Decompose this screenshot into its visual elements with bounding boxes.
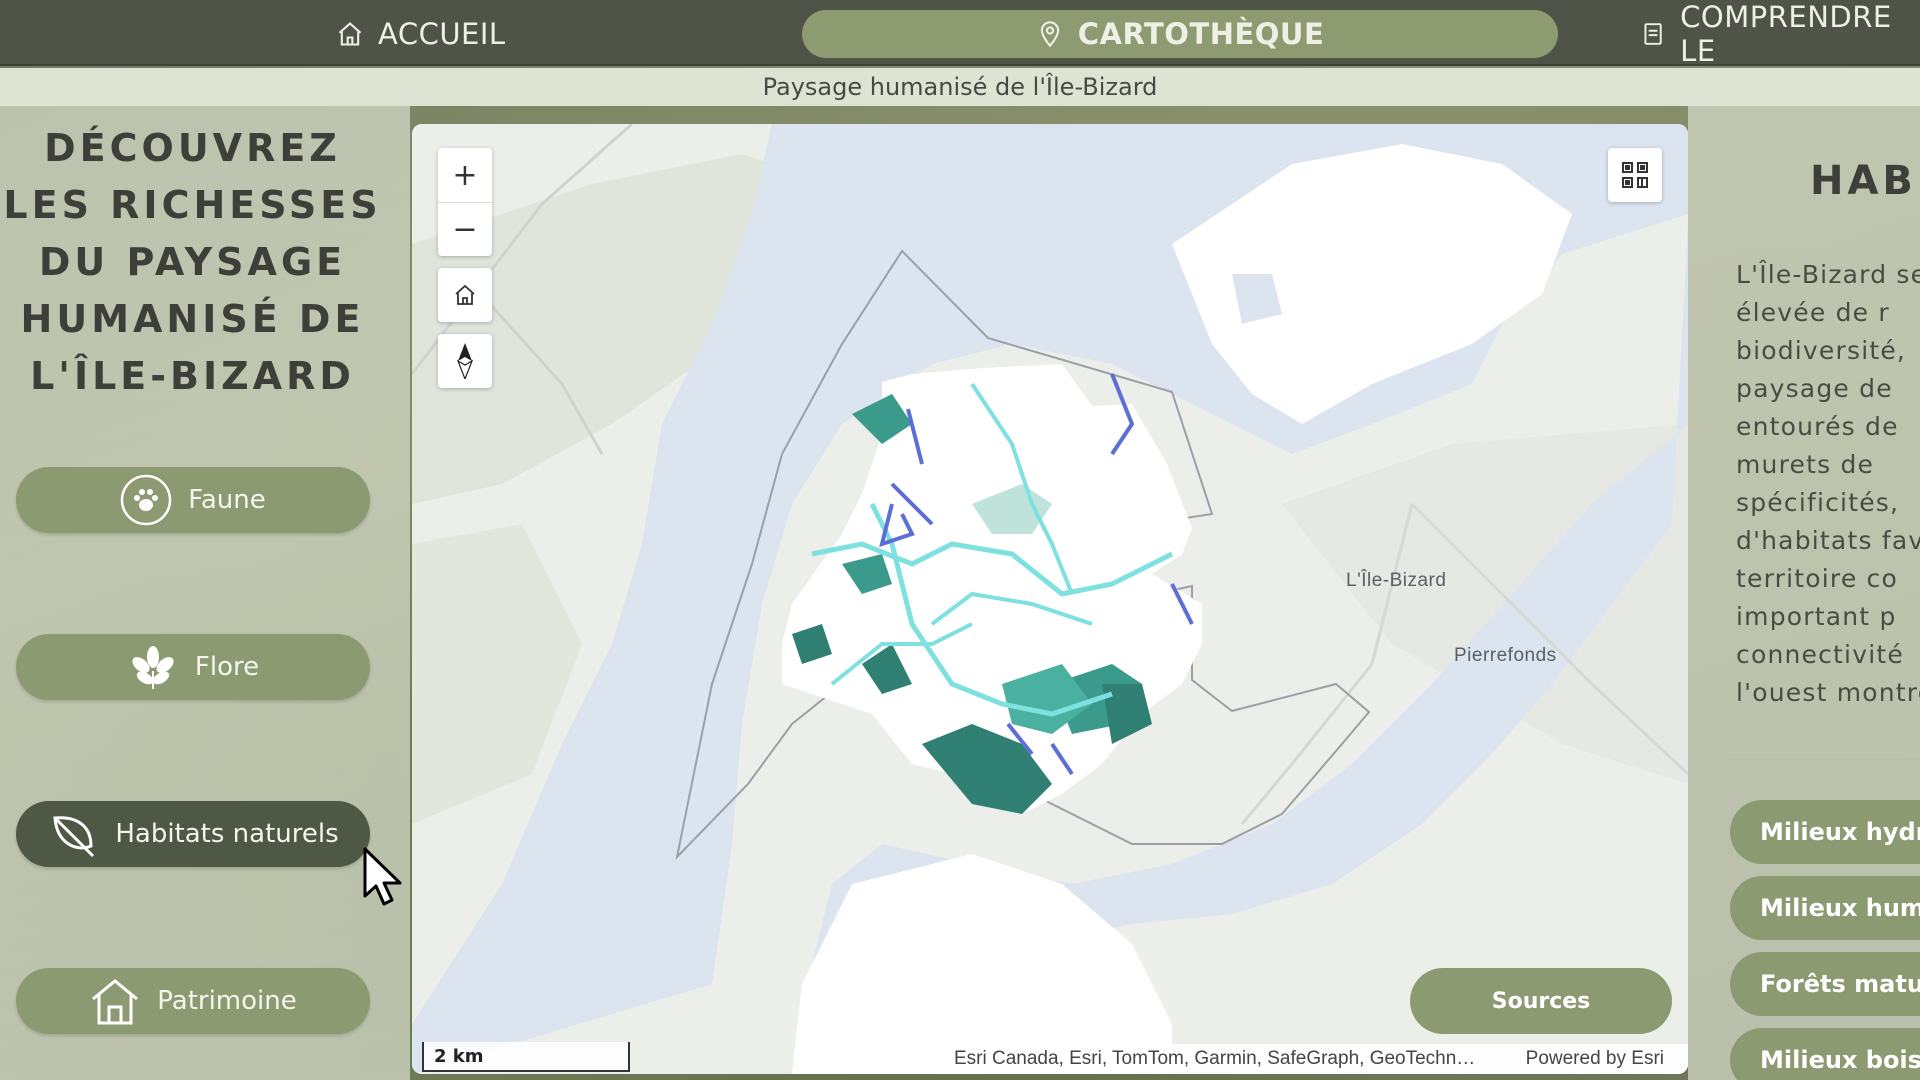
paw-icon bbox=[120, 474, 172, 526]
description-line: entourés de bbox=[1736, 412, 1899, 441]
zoom-out-button[interactable]: − bbox=[438, 202, 492, 256]
scale-bar: 2 km bbox=[422, 1042, 630, 1072]
nav-home-label: ACCUEIL bbox=[378, 17, 506, 51]
patrimoine-button[interactable]: Patrimoine bbox=[16, 968, 370, 1034]
house-icon bbox=[89, 975, 141, 1027]
left-title-line: L'ÎLE-BIZARD bbox=[30, 354, 355, 398]
place-label-ile-bizard: L'Île-Bizard bbox=[1346, 570, 1447, 591]
description-line: territoire co bbox=[1736, 564, 1898, 593]
page-subtitle-bar: Paysage humanisé de l'Île-Bizard bbox=[0, 68, 1920, 106]
milieux-boises-button[interactable]: Milieux boisé bbox=[1730, 1028, 1920, 1080]
milieux-hydriques-button[interactable]: Milieux hydriq bbox=[1730, 800, 1920, 864]
zoom-in-button[interactable]: + bbox=[438, 148, 492, 202]
home-icon bbox=[455, 284, 475, 305]
faune-button[interactable]: Faune bbox=[16, 467, 370, 533]
left-title-line: LES RICHESSES bbox=[3, 183, 382, 227]
mouse-cursor-icon bbox=[363, 847, 402, 906]
nav-comprendre-label: COMPRENDRE LE bbox=[1680, 0, 1892, 68]
compass-control bbox=[438, 334, 492, 388]
map-pin-icon bbox=[1040, 21, 1059, 48]
top-nav: ACCUEIL CARTOTHÈQUE COMPRENDRE LE bbox=[0, 0, 1920, 68]
patrimoine-label: Patrimoine bbox=[157, 986, 297, 1016]
qr-code-icon bbox=[1622, 162, 1648, 188]
habitats-naturels-button[interactable]: Habitats naturels bbox=[16, 801, 370, 867]
nav-cartotheque-label: CARTOTHÈQUE bbox=[1077, 17, 1325, 51]
left-title-line: HUMANISÉ DE bbox=[20, 297, 365, 341]
left-title-line: DU PAYSAGE bbox=[38, 240, 347, 284]
description-line: connectivité bbox=[1736, 640, 1904, 669]
page-subtitle: Paysage humanisé de l'Île-Bizard bbox=[762, 73, 1158, 101]
compass-icon bbox=[456, 343, 474, 379]
powered-by-esri[interactable]: Powered by Esri bbox=[1526, 1048, 1664, 1070]
left-panel: DÉCOUVREZ LES RICHESSES DU PAYSAGE HUMAN… bbox=[0, 106, 410, 1080]
right-panel-description: L'Île-Bizard se élevée de r biodiversité… bbox=[1736, 256, 1920, 712]
left-title: DÉCOUVREZ LES RICHESSES DU PAYSAGE HUMAN… bbox=[0, 120, 385, 405]
flower-icon bbox=[127, 641, 179, 693]
description-line: L'Île-Bizard se bbox=[1736, 260, 1920, 289]
right-panel-divider bbox=[1728, 758, 1920, 760]
nav-cartotheque[interactable]: CARTOTHÈQUE bbox=[802, 10, 1558, 58]
map-view[interactable]: + − L'Île-Bizard Pierrefonds Sources 2 k… bbox=[412, 124, 1688, 1074]
habitats-naturels-label: Habitats naturels bbox=[115, 819, 339, 849]
attribution-text[interactable]: Esri Canada, Esri, TomTom, Garmin, SafeG… bbox=[954, 1048, 1475, 1070]
description-line: l'ouest montre bbox=[1736, 678, 1920, 707]
sources-button[interactable]: Sources bbox=[1410, 968, 1672, 1034]
map-basemap bbox=[412, 124, 1688, 1074]
flore-button[interactable]: Flore bbox=[16, 634, 370, 700]
default-extent-button[interactable] bbox=[438, 268, 492, 322]
right-panel-title: HABIT bbox=[1810, 158, 1920, 204]
leaf-icon bbox=[47, 808, 99, 860]
description-line: murets de bbox=[1736, 450, 1875, 479]
home-view-control bbox=[438, 268, 492, 322]
zoom-controls: + − bbox=[438, 148, 492, 256]
description-line: d'habitats fav bbox=[1736, 526, 1920, 555]
map-attribution: Esri Canada, Esri, TomTom, Garmin, SafeG… bbox=[928, 1044, 1688, 1074]
document-icon bbox=[1644, 23, 1662, 45]
description-line: paysage de bbox=[1736, 374, 1893, 403]
flore-label: Flore bbox=[194, 652, 260, 682]
description-line: biodiversité, bbox=[1736, 336, 1907, 365]
forets-matures-button[interactable]: Forêts mature bbox=[1730, 952, 1920, 1016]
nav-comprendre[interactable]: COMPRENDRE LE bbox=[1640, 0, 1920, 68]
left-title-line: DÉCOUVREZ bbox=[44, 126, 341, 170]
milieux-humides-button[interactable]: Milieux humid bbox=[1730, 876, 1920, 940]
description-line: élevée de r bbox=[1736, 298, 1890, 327]
description-line: important p bbox=[1736, 602, 1897, 631]
place-label-pierrefonds: Pierrefonds bbox=[1454, 645, 1557, 666]
description-line: spécificités, bbox=[1736, 488, 1900, 517]
compass-button[interactable] bbox=[438, 334, 492, 388]
qr-code-button[interactable] bbox=[1608, 148, 1662, 202]
nav-home[interactable]: ACCUEIL bbox=[336, 10, 506, 58]
home-icon bbox=[338, 22, 362, 46]
right-panel: HABIT L'Île-Bizard se élevée de r biodiv… bbox=[1688, 106, 1920, 1080]
faune-label: Faune bbox=[188, 485, 266, 515]
